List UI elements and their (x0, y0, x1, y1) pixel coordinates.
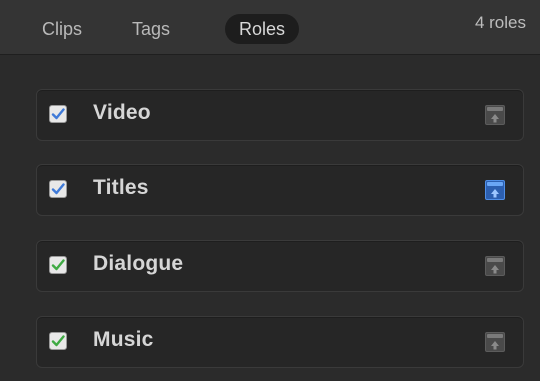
role-label: Dialogue (93, 252, 184, 275)
checkmark-icon (51, 108, 65, 120)
tab-clips[interactable]: Clips (28, 14, 96, 44)
lane-up-icon (491, 265, 499, 274)
tab-tags[interactable]: Tags (118, 14, 184, 44)
lane-button-music[interactable] (485, 332, 505, 352)
role-checkbox-dialogue[interactable] (49, 256, 67, 274)
role-checkbox-video[interactable] (49, 105, 67, 123)
checkmark-icon (51, 259, 65, 271)
role-label: Music (93, 328, 154, 351)
lane-up-icon (491, 189, 499, 198)
roles-count: 4 roles (474, 13, 526, 32)
role-row-dialogue[interactable]: Dialogue (36, 240, 524, 292)
lane-button-titles[interactable] (485, 180, 505, 200)
role-row-music[interactable]: Music (36, 316, 524, 368)
role-row-titles[interactable]: Titles (36, 164, 524, 216)
roles-list: Video Titles Dialogue Music (0, 55, 540, 381)
lane-bar (487, 334, 503, 338)
checkmark-icon (51, 335, 65, 347)
role-checkbox-music[interactable] (49, 332, 67, 350)
role-row-video[interactable]: Video (36, 89, 524, 141)
lane-up-icon (491, 114, 499, 123)
tab-roles[interactable]: Roles (225, 14, 300, 44)
lane-bar (487, 258, 503, 262)
lane-bar (487, 107, 503, 111)
checkmark-icon (51, 183, 65, 195)
tab-bar: Clips Tags Roles 4 roles (0, 0, 540, 55)
lane-bar (487, 182, 503, 186)
role-label: Titles (93, 176, 149, 199)
role-checkbox-titles[interactable] (49, 180, 67, 198)
lane-button-dialogue[interactable] (485, 256, 505, 276)
lane-up-icon (491, 341, 499, 350)
roles-panel: Clips Tags Roles 4 roles Video Titles Di… (0, 0, 540, 381)
role-label: Video (93, 101, 151, 124)
lane-button-video[interactable] (485, 105, 505, 125)
